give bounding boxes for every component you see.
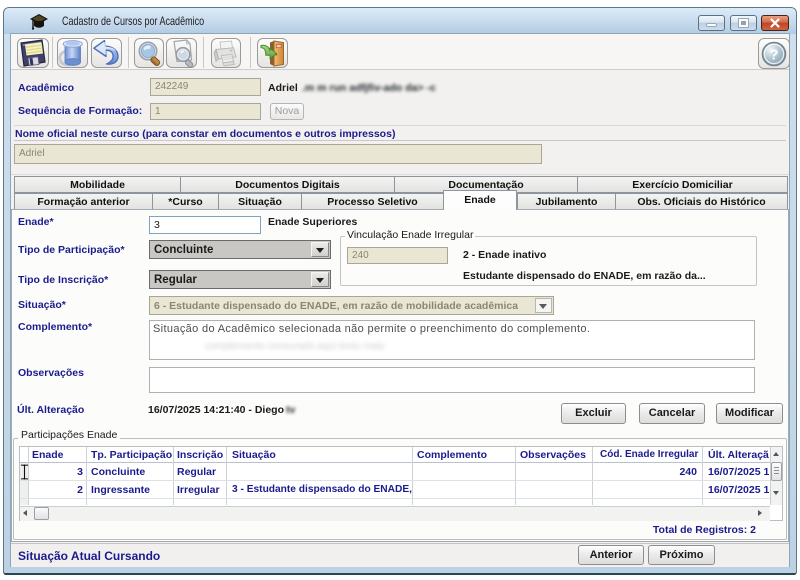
svg-text:?: ? — [769, 47, 778, 64]
